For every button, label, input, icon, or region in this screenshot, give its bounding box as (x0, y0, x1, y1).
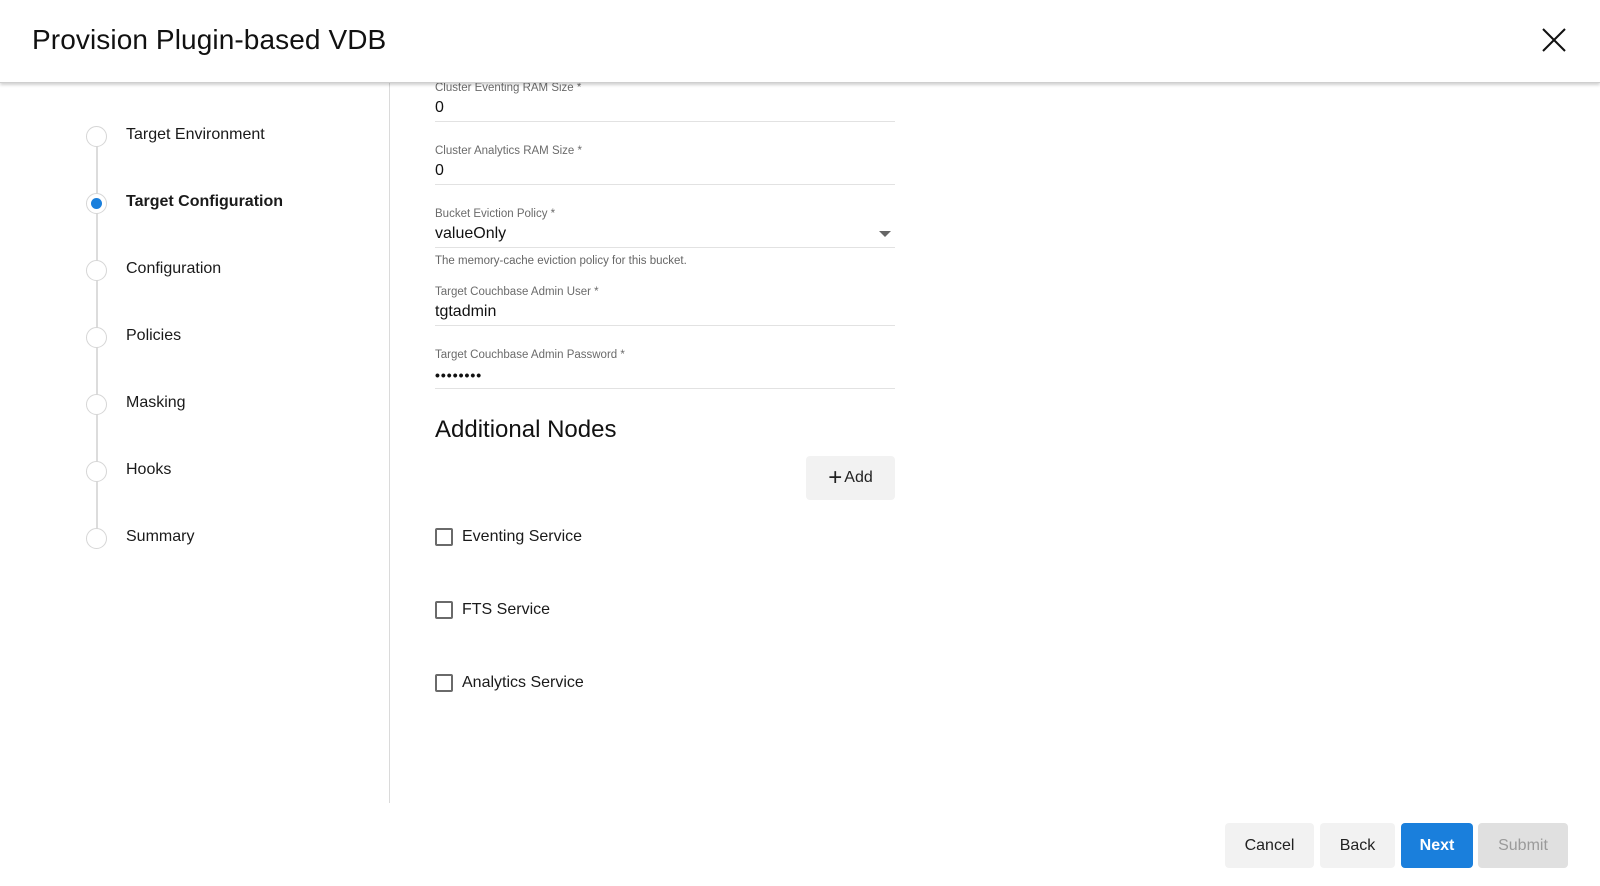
admin-password-input[interactable]: •••••••• (435, 362, 895, 388)
step-indicator-icon (86, 460, 107, 482)
step-masking[interactable]: Masking (86, 392, 186, 416)
step-indicator-icon (86, 326, 107, 348)
admin-password-field: Target Couchbase Admin Password * ••••••… (435, 348, 895, 389)
dialog-title: Provision Plugin-based VDB (32, 24, 387, 55)
field-underline (435, 184, 895, 185)
helper-text: The memory-cache eviction policy for thi… (435, 255, 687, 267)
step-indicator-icon (86, 393, 107, 415)
close-button[interactable] (1540, 26, 1568, 54)
step-indicator-icon (86, 125, 107, 147)
step-label: Target Configuration (126, 193, 284, 210)
step-label: Summary (126, 528, 195, 545)
add-label: Add (844, 469, 873, 486)
field-underline (435, 325, 895, 326)
cancel-button[interactable]: Cancel (1225, 823, 1314, 868)
step-target-environment[interactable]: Target Environment (86, 124, 265, 148)
checkbox-label: Analytics Service (462, 674, 584, 691)
next-button[interactable]: Next (1401, 823, 1473, 868)
cluster-analytics-ram-field: Cluster Analytics RAM Size * (435, 144, 895, 185)
field-underline (435, 247, 895, 248)
eventing-service-checkbox[interactable] (435, 528, 453, 546)
field-label: Cluster Analytics RAM Size * (435, 145, 582, 157)
additional-nodes-heading: Additional Nodes (435, 416, 617, 443)
admin-user-input[interactable] (435, 299, 895, 325)
back-button[interactable]: Back (1320, 823, 1395, 868)
plus-icon: + (828, 464, 843, 491)
eventing-service-checkbox-row[interactable]: Eventing Service (435, 528, 582, 546)
dialog-header: Provision Plugin-based VDB (0, 0, 1600, 83)
step-label: Target Environment (126, 126, 265, 143)
step-policies[interactable]: Policies (86, 325, 181, 349)
analytics-service-checkbox[interactable] (435, 674, 453, 692)
field-underline (435, 121, 895, 122)
close-icon (1542, 28, 1566, 52)
step-configuration[interactable]: Configuration (86, 258, 221, 282)
step-label: Masking (126, 394, 186, 411)
cluster-analytics-ram-input[interactable] (435, 158, 895, 184)
field-underline (435, 388, 895, 389)
fts-service-checkbox-row[interactable]: FTS Service (435, 601, 550, 619)
field-label: Bucket Eviction Policy * (435, 208, 556, 220)
panel-divider (389, 83, 390, 803)
select-value: valueOnly (435, 225, 507, 242)
wizard-stepper: Target Environment Target Configuration … (0, 83, 390, 803)
bucket-eviction-policy-select[interactable]: valueOnly (435, 221, 895, 247)
step-label: Configuration (126, 260, 222, 277)
step-indicator-icon (86, 527, 107, 549)
step-summary[interactable]: Summary (86, 526, 194, 550)
cluster-eventing-ram-input[interactable] (435, 95, 895, 121)
admin-user-field: Target Couchbase Admin User * (435, 285, 895, 326)
step-label: Policies (126, 327, 182, 344)
checkbox-label: FTS Service (462, 601, 551, 618)
checkbox-label: Eventing Service (462, 528, 583, 545)
field-label: Target Couchbase Admin Password * (435, 349, 625, 361)
field-label: Target Couchbase Admin User * (435, 286, 599, 298)
step-indicator-icon (86, 259, 107, 281)
field-label: Cluster Eventing RAM Size * (435, 82, 582, 94)
fts-service-checkbox[interactable] (435, 601, 453, 619)
step-target-configuration[interactable]: Target Configuration (86, 191, 283, 215)
step-hooks[interactable]: Hooks (86, 459, 171, 483)
submit-button[interactable]: Submit (1478, 823, 1568, 868)
step-label: Hooks (126, 461, 172, 478)
analytics-service-checkbox-row[interactable]: Analytics Service (435, 674, 584, 692)
dropdown-caret-icon (879, 231, 891, 237)
add-node-button[interactable]: + Add (806, 456, 895, 500)
step-active-indicator-icon (86, 192, 107, 214)
bucket-eviction-policy-field: Bucket Eviction Policy * valueOnly The m… (435, 207, 895, 267)
cluster-eventing-ram-field: Cluster Eventing RAM Size * (435, 81, 895, 122)
